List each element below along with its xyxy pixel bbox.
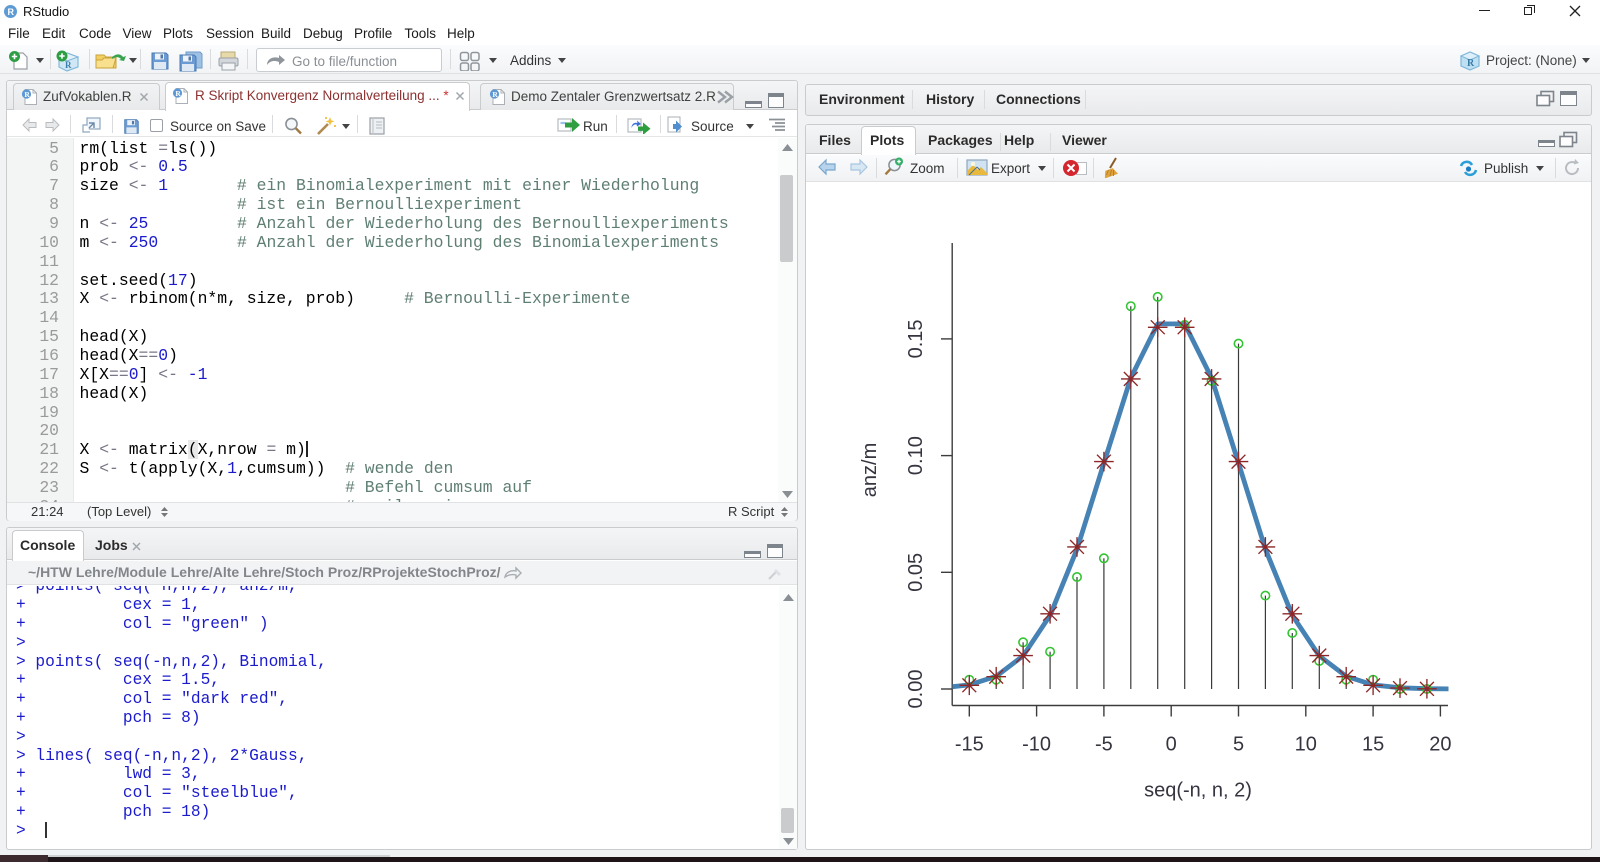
svg-text:R: R [175,89,181,98]
svg-text:R: R [24,90,30,99]
svg-text:-5: -5 [1095,734,1113,756]
svg-text:20: 20 [1429,734,1451,756]
svg-text:0.00: 0.00 [905,670,927,709]
svg-text:0: 0 [1166,734,1177,756]
svg-text:10: 10 [1295,734,1317,756]
svg-text:R: R [492,90,498,99]
svg-text:5: 5 [1233,734,1244,756]
svg-text:-15: -15 [955,734,984,756]
svg-text:0.10: 0.10 [905,436,927,475]
svg-text:15: 15 [1362,734,1384,756]
svg-text:R: R [65,60,72,70]
svg-text:seq(-n, n, 2): seq(-n, n, 2) [1144,780,1252,802]
svg-text:R: R [1467,58,1475,69]
svg-text:0.15: 0.15 [905,319,927,358]
svg-text:-10: -10 [1022,734,1051,756]
svg-text:anz/m: anz/m [859,443,881,497]
svg-text:0.05: 0.05 [905,553,927,592]
